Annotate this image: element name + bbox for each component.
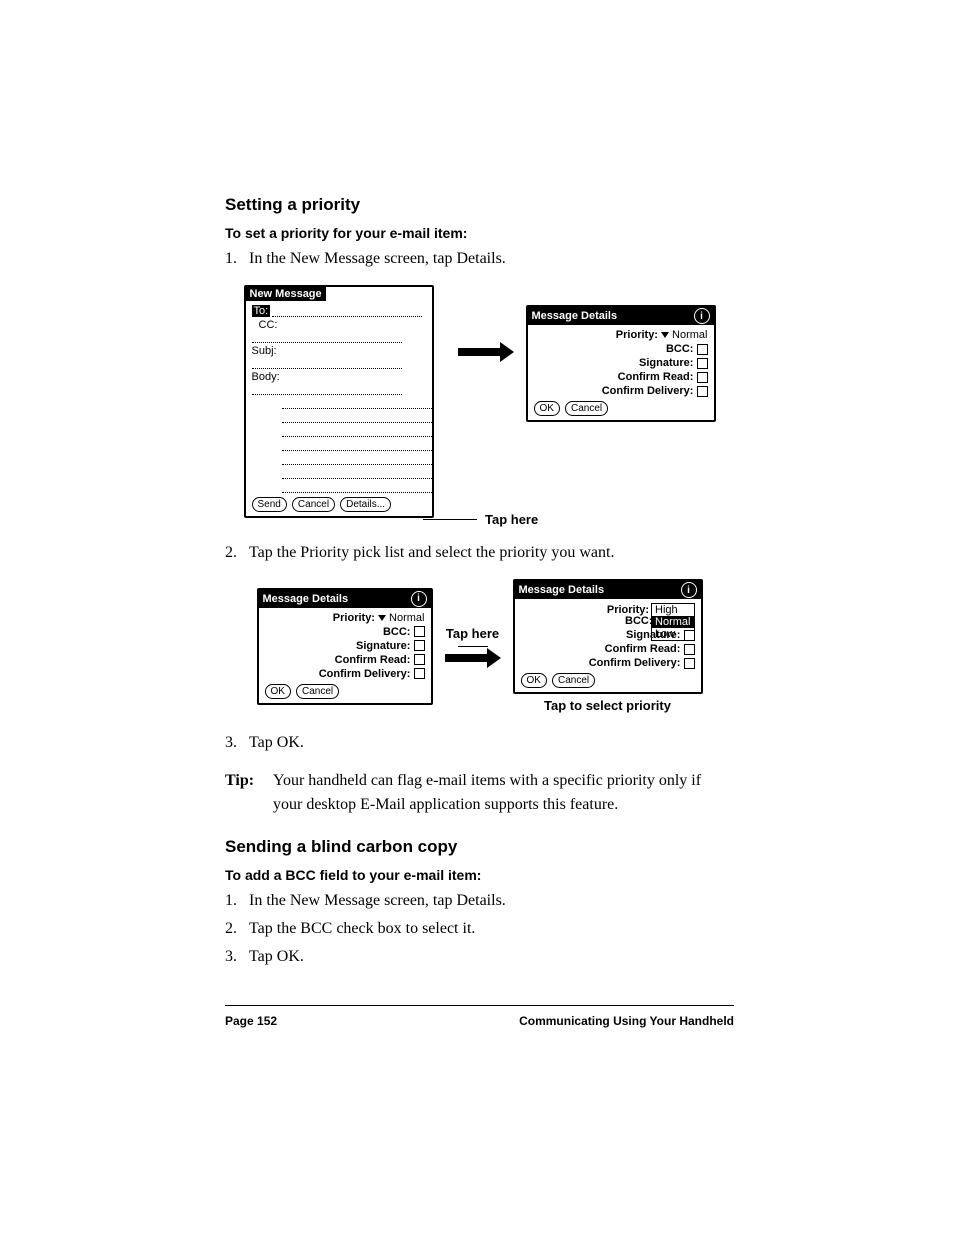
subheading-bcc: To add a BCC field to your e-mail item:	[225, 867, 734, 883]
signature-label: Signature:	[639, 357, 693, 369]
cancel-button[interactable]: Cancel	[292, 497, 335, 512]
bcc-checkbox[interactable]	[414, 626, 425, 637]
ok-button[interactable]: OK	[521, 673, 547, 688]
caption-tap-select: Tap to select priority	[544, 698, 671, 713]
confirm-read-checkbox[interactable]	[684, 644, 695, 655]
details-button[interactable]: Details...	[340, 497, 391, 512]
cancel-button-3[interactable]: Cancel	[296, 684, 339, 699]
confirm-delivery-checkbox[interactable]	[697, 386, 708, 397]
cancel-button-2[interactable]: Cancel	[565, 401, 608, 416]
body-label: Body:	[252, 371, 280, 383]
bcc-step-3: 3.Tap OK.	[225, 945, 734, 969]
send-button[interactable]: Send	[252, 497, 287, 512]
tap-here-label: Tap here	[485, 512, 538, 527]
step-2: 2.Tap the Priority pick list and select …	[225, 541, 734, 565]
to-label: To:	[252, 305, 271, 317]
new-message-screen: New Message To: CC: Subj: Body: Send Ca	[244, 285, 434, 518]
bcc-label: BCC:	[666, 343, 694, 355]
info-icon[interactable]: i	[411, 591, 427, 607]
bcc-step-1: 1.In the New Message screen, tap Details…	[225, 889, 734, 913]
info-icon[interactable]: i	[681, 582, 697, 598]
signature-checkbox[interactable]	[697, 358, 708, 369]
ok-button[interactable]: OK	[534, 401, 560, 416]
subj-label: Subj:	[252, 345, 277, 357]
priority-value-2[interactable]: Normal	[389, 612, 424, 624]
arrow-icon	[458, 345, 514, 359]
step-1: 1.In the New Message screen, tap Details…	[225, 247, 734, 271]
message-details-dialog-3: Message Detailsi Priority: High Normal L…	[513, 579, 703, 694]
confirm-read-label: Confirm Read:	[618, 371, 694, 383]
tip: Tip: Your handheld can flag e-mail items…	[225, 769, 734, 817]
confirm-delivery-checkbox[interactable]	[684, 658, 695, 669]
priority-label: Priority:	[616, 329, 658, 341]
confirm-delivery-checkbox[interactable]	[414, 668, 425, 679]
cancel-button-4[interactable]: Cancel	[552, 673, 595, 688]
priority-option-normal[interactable]: Normal	[652, 616, 693, 628]
cc-label: CC:	[259, 319, 278, 331]
page-footer: Page 152 Communicating Using Your Handhe…	[225, 1005, 734, 1028]
page-number: Page 152	[225, 1014, 277, 1028]
bcc-step-2: 2.Tap the BCC check box to select it.	[225, 917, 734, 941]
signature-checkbox[interactable]	[414, 640, 425, 651]
bcc-checkbox[interactable]	[697, 344, 708, 355]
message-details-title: Message Details	[532, 310, 618, 322]
info-icon[interactable]: i	[694, 308, 710, 324]
message-details-dialog-2: Message Detailsi Priority: Normal BCC: S…	[257, 588, 433, 705]
priority-option-high[interactable]: High	[652, 604, 693, 616]
chevron-down-icon[interactable]	[378, 615, 386, 621]
heading-bcc: Sending a blind carbon copy	[225, 837, 734, 857]
chevron-down-icon[interactable]	[661, 332, 669, 338]
confirm-read-checkbox[interactable]	[697, 372, 708, 383]
step-3: 3.Tap OK.	[225, 731, 734, 755]
confirm-delivery-label: Confirm Delivery:	[602, 385, 694, 397]
new-message-title: New Message	[246, 287, 326, 301]
confirm-read-checkbox[interactable]	[414, 654, 425, 665]
chapter-title: Communicating Using Your Handheld	[519, 1014, 734, 1028]
arrow-icon	[445, 651, 501, 665]
heading-setting-priority: Setting a priority	[225, 195, 734, 215]
priority-value[interactable]: Normal	[672, 329, 707, 341]
tap-here-label-2: Tap here	[446, 627, 499, 641]
ok-button[interactable]: OK	[265, 684, 291, 699]
signature-checkbox[interactable]	[684, 630, 695, 641]
subheading-set-priority: To set a priority for your e-mail item:	[225, 225, 734, 241]
message-details-dialog: Message Details i Priority: Normal BCC: S…	[526, 305, 716, 422]
